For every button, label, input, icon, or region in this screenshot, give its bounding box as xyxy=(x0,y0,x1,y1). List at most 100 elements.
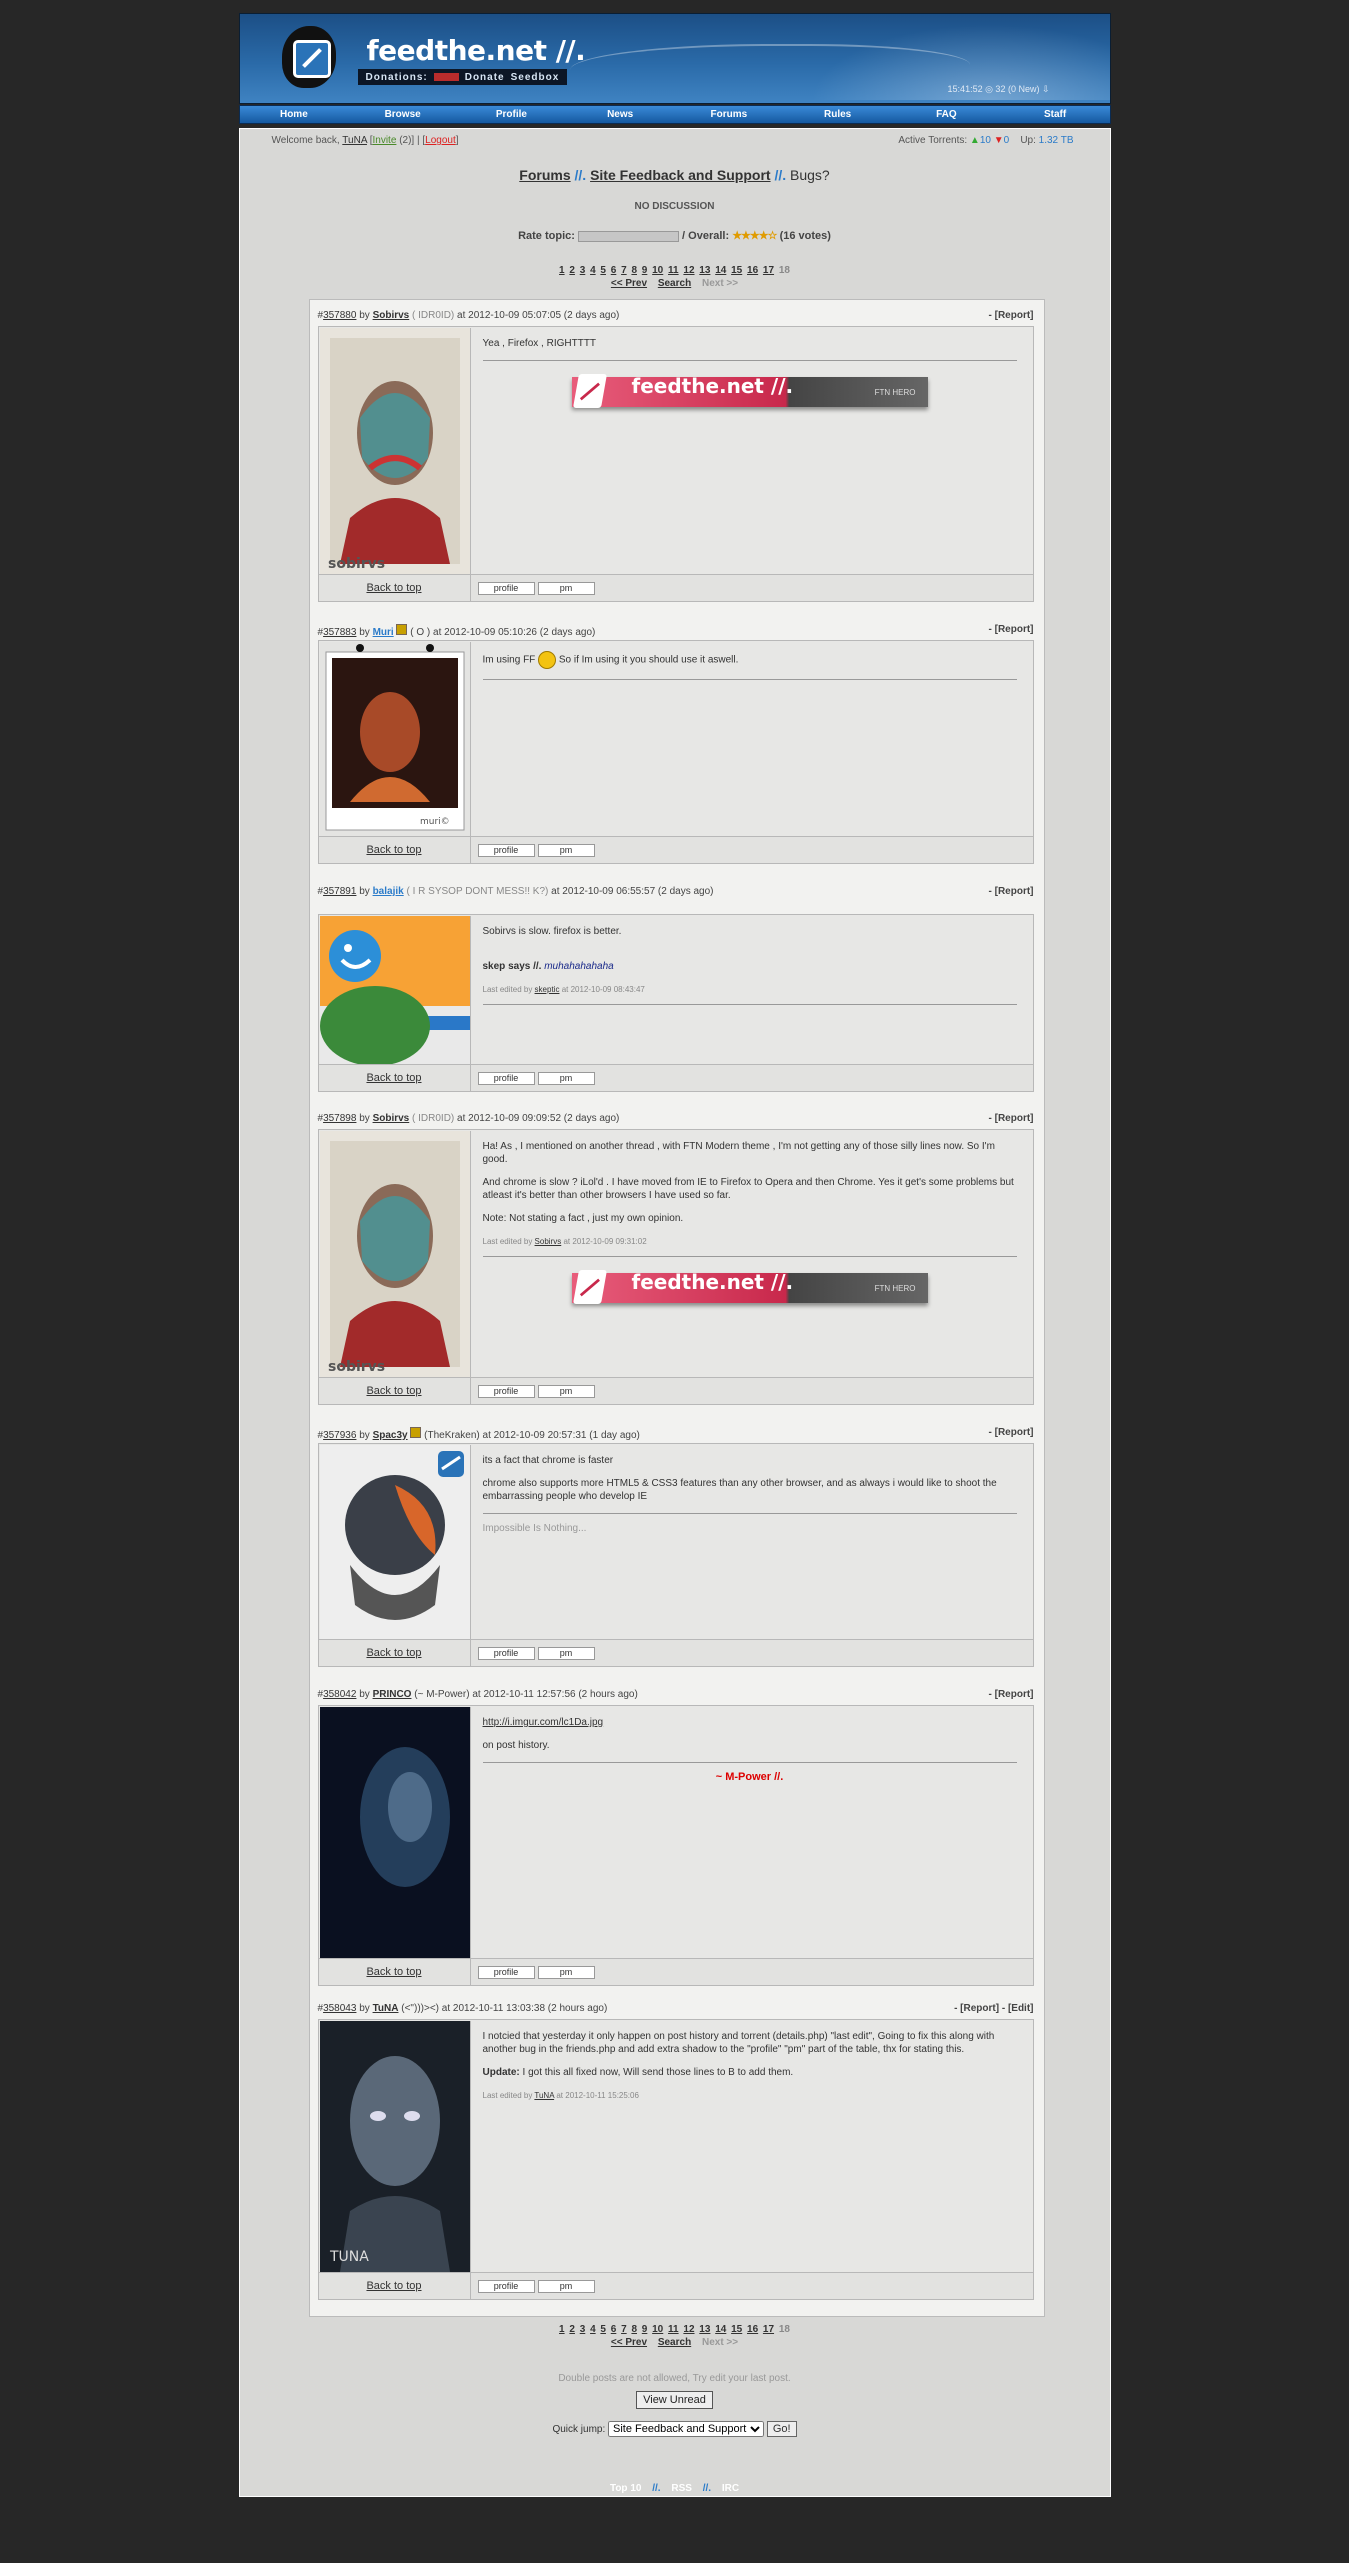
page-link[interactable]: 10 xyxy=(652,265,663,276)
profile-button[interactable]: profile xyxy=(477,582,535,595)
pm-button[interactable]: pm xyxy=(537,844,595,857)
page-link[interactable]: 7 xyxy=(621,2324,627,2335)
page-link[interactable]: 6 xyxy=(611,2324,617,2335)
nav-home[interactable]: Home xyxy=(240,106,349,123)
pm-button[interactable]: pm xyxy=(537,1647,595,1660)
page-link[interactable]: 17 xyxy=(763,265,774,276)
page-link[interactable]: 2 xyxy=(569,265,575,276)
page-link[interactable]: 5 xyxy=(600,265,606,276)
prev-link[interactable]: << Prev xyxy=(611,278,647,289)
profile-button[interactable]: profile xyxy=(477,1647,535,1660)
pm-button[interactable]: pm xyxy=(537,582,595,595)
page-link[interactable]: 7 xyxy=(621,265,627,276)
site-name[interactable]: feedthe.net //. xyxy=(367,34,586,67)
quick-jump-select[interactable]: Site Feedback and Support xyxy=(608,2421,765,2437)
profile-button[interactable]: profile xyxy=(477,1385,535,1398)
profile-button[interactable]: profile xyxy=(477,1966,535,1979)
invite-link[interactable]: Invite xyxy=(373,135,397,146)
page-link[interactable]: 13 xyxy=(699,2324,710,2335)
page-link[interactable]: 16 xyxy=(747,265,758,276)
page-link[interactable]: 1 xyxy=(559,2324,565,2335)
page-link[interactable]: 3 xyxy=(580,265,586,276)
page-link[interactable]: 9 xyxy=(642,2324,648,2335)
profile-button[interactable]: profile xyxy=(477,844,535,857)
post-author-link[interactable]: Sobirvs xyxy=(373,310,410,321)
page-link[interactable]: 5 xyxy=(600,2324,606,2335)
rate-selector[interactable] xyxy=(577,230,679,242)
back-to-top-link[interactable]: Back to top xyxy=(319,1378,471,1404)
report-link[interactable]: - [Report] xyxy=(989,624,1034,635)
pm-button[interactable]: pm xyxy=(537,2280,595,2293)
page-link[interactable]: 8 xyxy=(631,2324,637,2335)
irc-link[interactable]: IRC xyxy=(722,2483,739,2494)
page-link[interactable]: 4 xyxy=(590,265,596,276)
nav-forums[interactable]: Forums xyxy=(675,106,784,123)
rss-link[interactable]: RSS xyxy=(671,2483,692,2494)
nav-faq[interactable]: FAQ xyxy=(892,106,1001,123)
editor-link[interactable]: skeptic xyxy=(535,985,560,994)
view-unread-button[interactable]: View Unread xyxy=(636,2391,713,2409)
nav-rules[interactable]: Rules xyxy=(783,106,892,123)
back-to-top-link[interactable]: Back to top xyxy=(319,1065,471,1091)
page-link[interactable]: 11 xyxy=(668,265,679,276)
page-link[interactable]: 16 xyxy=(747,2324,758,2335)
page-link[interactable]: 12 xyxy=(683,2324,694,2335)
back-to-top-link[interactable]: Back to top xyxy=(319,837,471,863)
page-link[interactable]: 17 xyxy=(763,2324,774,2335)
search-link[interactable]: Search xyxy=(658,2337,691,2348)
back-to-top-link[interactable]: Back to top xyxy=(319,1959,471,1985)
report-link[interactable]: - [Report] xyxy=(989,310,1034,321)
page-link[interactable]: 13 xyxy=(699,265,710,276)
page-link[interactable]: 14 xyxy=(715,2324,726,2335)
post-id-link[interactable]: 357883 xyxy=(323,627,356,638)
page-link[interactable]: 1 xyxy=(559,265,565,276)
nav-staff[interactable]: Staff xyxy=(1001,106,1110,123)
welcome-user-link[interactable]: TuNA xyxy=(342,135,367,146)
page-link[interactable]: 4 xyxy=(590,2324,596,2335)
page-link[interactable]: 11 xyxy=(668,2324,679,2335)
pm-button[interactable]: pm xyxy=(537,1966,595,1979)
nav-browse[interactable]: Browse xyxy=(348,106,457,123)
page-link[interactable]: 2 xyxy=(569,2324,575,2335)
back-to-top-link[interactable]: Back to top xyxy=(319,2273,471,2299)
post-author-link[interactable]: Sobirvs xyxy=(373,1113,410,1124)
page-link[interactable]: 6 xyxy=(611,265,617,276)
profile-button[interactable]: profile xyxy=(477,2280,535,2293)
post-id-link[interactable]: 357898 xyxy=(323,1113,356,1124)
page-link[interactable]: 10 xyxy=(652,2324,663,2335)
pm-button[interactable]: pm xyxy=(537,1072,595,1085)
top10-link[interactable]: Top 10 xyxy=(610,2483,641,2494)
breadcrumb-forums[interactable]: Forums xyxy=(519,167,570,183)
post-author-link[interactable]: Muri xyxy=(373,627,394,638)
report-link[interactable]: - [Report] xyxy=(989,1113,1034,1124)
back-to-top-link[interactable]: Back to top xyxy=(319,575,471,601)
editor-link[interactable]: TuNA xyxy=(534,2091,554,2100)
post-id-link[interactable]: 357880 xyxy=(323,310,356,321)
page-link[interactable]: 12 xyxy=(683,265,694,276)
search-link[interactable]: Search xyxy=(658,278,691,289)
post-id-link[interactable]: 357891 xyxy=(323,886,356,897)
post-author-link[interactable]: balajik xyxy=(373,886,404,897)
post-author-link[interactable]: Spac3y xyxy=(373,1430,408,1441)
report-link[interactable]: - [Report] xyxy=(989,1689,1034,1700)
page-link[interactable]: 8 xyxy=(631,265,637,276)
post-id-link[interactable]: 358042 xyxy=(323,1689,356,1700)
page-link[interactable]: 9 xyxy=(642,265,648,276)
page-link[interactable]: 3 xyxy=(580,2324,586,2335)
post-author-link[interactable]: TuNA xyxy=(373,2003,399,2014)
report-link[interactable]: - [Report] xyxy=(989,886,1034,897)
site-logo-icon[interactable] xyxy=(281,26,336,88)
post-id-link[interactable]: 357936 xyxy=(323,1430,356,1441)
post-author-link[interactable]: PRINCO xyxy=(373,1689,412,1700)
report-link[interactable]: - [Report] xyxy=(989,1427,1034,1438)
profile-button[interactable]: profile xyxy=(477,1072,535,1085)
page-link[interactable]: 15 xyxy=(731,2324,742,2335)
nav-profile[interactable]: Profile xyxy=(457,106,566,123)
editor-link[interactable]: Sobirvs xyxy=(535,1237,562,1246)
breadcrumb-section[interactable]: Site Feedback and Support xyxy=(590,167,770,183)
nav-news[interactable]: News xyxy=(566,106,675,123)
pm-button[interactable]: pm xyxy=(537,1385,595,1398)
donate-link[interactable]: Donate xyxy=(465,72,505,83)
logout-link[interactable]: Logout xyxy=(425,135,456,146)
seedbox-link[interactable]: Seedbox xyxy=(511,72,560,83)
